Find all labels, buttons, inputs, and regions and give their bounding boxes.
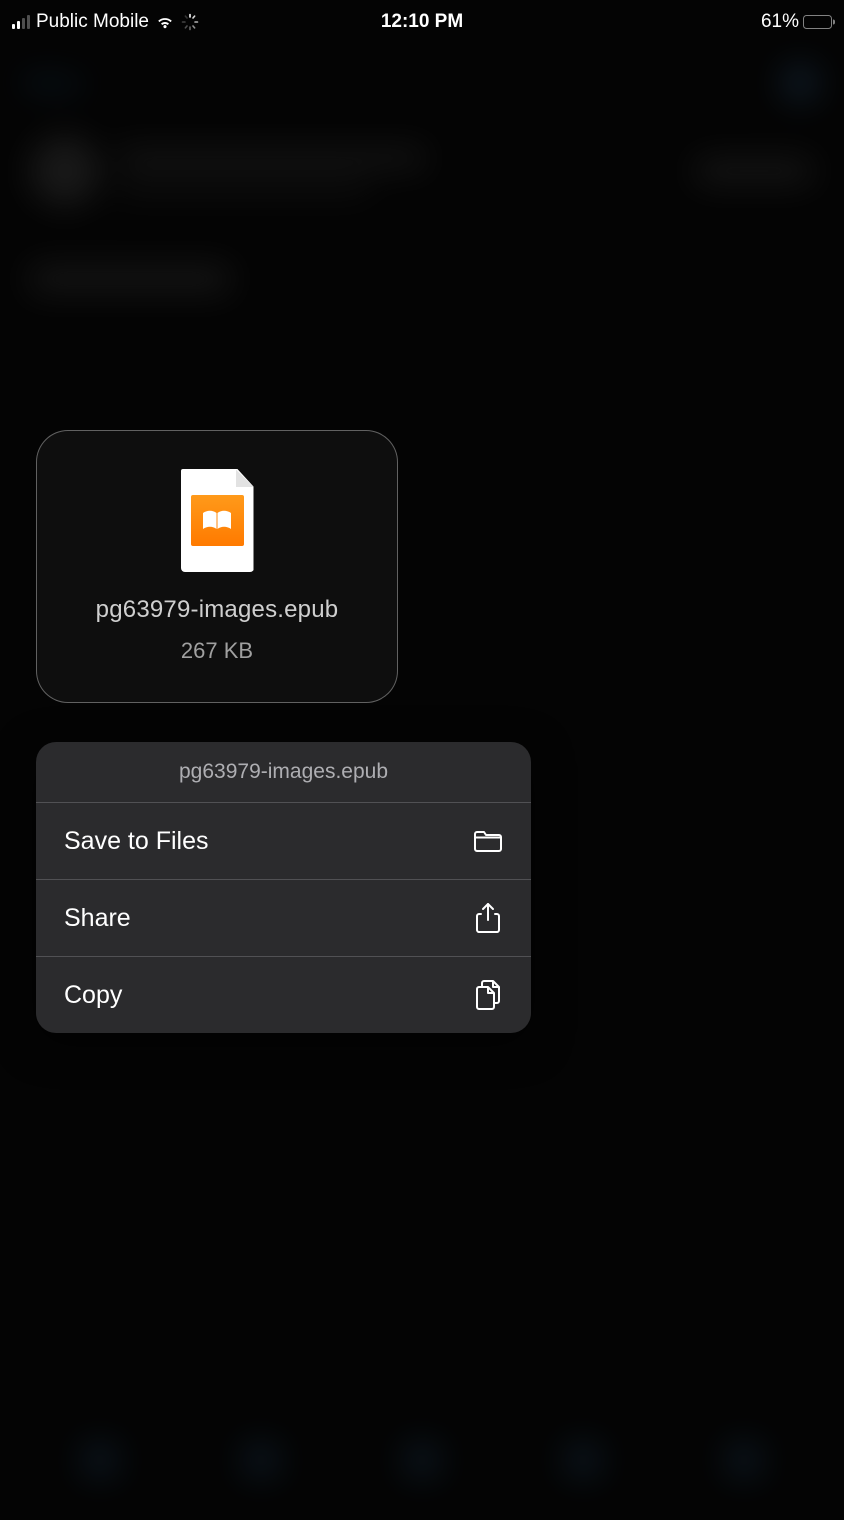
wifi-icon <box>155 15 175 30</box>
file-size-label: 267 KB <box>181 638 253 664</box>
ibooks-glyph-icon <box>191 495 244 546</box>
battery-percent: 61% <box>761 11 799 33</box>
menu-item-copy[interactable]: Copy <box>36 957 531 1033</box>
duplicate-icon <box>473 980 503 1010</box>
carrier-label: Public Mobile <box>36 11 149 33</box>
epub-file-icon <box>181 469 254 572</box>
battery-icon <box>803 15 832 29</box>
status-bar: Public Mobile <box>0 0 844 44</box>
context-menu-header: pg63979-images.epub <box>36 742 531 803</box>
file-name-label: pg63979-images.epub <box>96 596 339 624</box>
menu-item-label: Copy <box>64 981 122 1010</box>
file-preview-card[interactable]: pg63979-images.epub 267 KB <box>36 430 398 703</box>
status-time: 12:10 PM <box>381 11 463 33</box>
menu-item-share[interactable]: Share <box>36 880 531 957</box>
context-menu: pg63979-images.epub Save to Files Share … <box>36 742 531 1033</box>
share-icon <box>473 903 503 933</box>
activity-spinner-icon <box>181 13 199 31</box>
menu-item-label: Share <box>64 904 131 933</box>
folder-icon <box>473 826 503 856</box>
menu-item-label: Save to Files <box>64 827 209 856</box>
cellular-signal-icon <box>12 15 30 29</box>
menu-item-save-to-files[interactable]: Save to Files <box>36 803 531 880</box>
